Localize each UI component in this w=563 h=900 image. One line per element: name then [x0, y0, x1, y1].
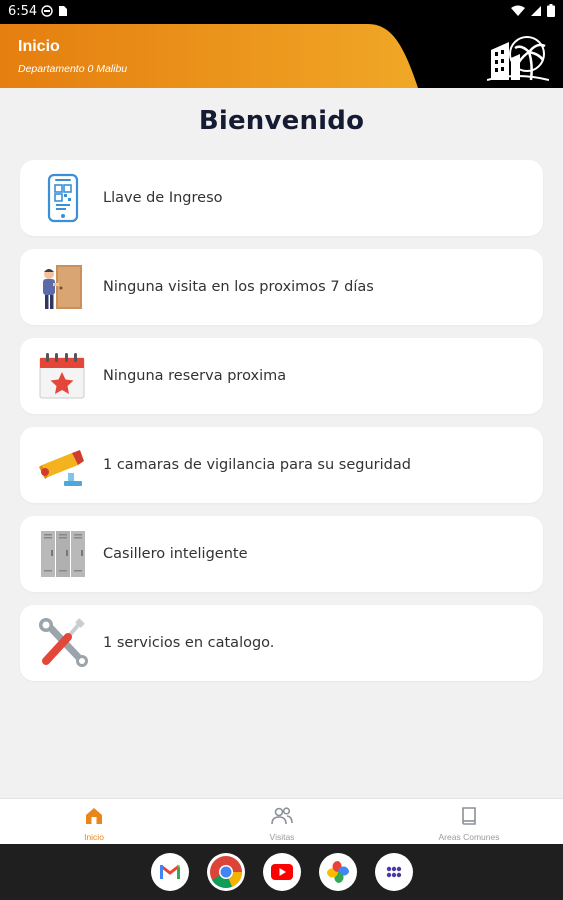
card-llave-ingreso[interactable]: Llave de Ingreso	[20, 160, 543, 236]
card-label: 1 servicios en catalogo.	[103, 635, 275, 651]
book-icon	[462, 807, 476, 825]
tools-icon	[39, 618, 88, 667]
building-palm-logo-icon	[487, 36, 549, 81]
page-title: Bienvenido	[198, 106, 365, 136]
system-dock	[0, 844, 563, 900]
card-reservas[interactable]: Ninguna reserva proxima	[20, 338, 543, 414]
header-title: Inicio	[18, 38, 60, 55]
card-visitas[interactable]: Ninguna visita en los proximos 7 días	[20, 249, 543, 325]
card-servicios[interactable]: 1 servicios en catalogo.	[20, 605, 543, 681]
smartphone-qr-icon	[47, 173, 79, 223]
sync-icon	[41, 5, 53, 17]
battery-icon	[547, 4, 555, 17]
card-label: Llave de Ingreso	[103, 190, 223, 206]
card-camaras[interactable]: 1 camaras de vigilancia para su segurida…	[20, 427, 543, 503]
nav-item-visitas[interactable]: Visitas	[188, 799, 376, 845]
nav-item-inicio[interactable]: Inicio	[0, 799, 188, 845]
app-drawer-icon[interactable]	[375, 853, 413, 891]
card-label: Ninguna reserva proxima	[103, 368, 287, 384]
header-subtitle: Departamento 0 Malibu	[18, 63, 128, 75]
card-label: Ninguna visita en los proximos 7 días	[103, 279, 374, 295]
bottom-navigation: Inicio Visitas Areas Comunes	[0, 798, 563, 844]
nav-item-areas-comunes[interactable]: Areas Comunes	[375, 799, 563, 845]
card-label: Casillero inteligente	[103, 546, 248, 562]
app-header: Inicio Departamento 0 Malibu	[0, 24, 563, 88]
status-time: 6:54	[8, 4, 38, 19]
nav-label: Inicio	[84, 832, 104, 842]
header-accent-shape	[0, 24, 418, 88]
people-icon	[271, 807, 293, 825]
nav-label: Areas Comunes	[438, 832, 500, 842]
visitor-door-icon	[43, 265, 82, 309]
card-label: 1 camaras de vigilancia para su segurida…	[103, 457, 411, 473]
nav-label: Visitas	[269, 832, 295, 842]
photos-icon[interactable]	[319, 853, 357, 891]
signal-icon	[531, 5, 541, 16]
status-bar: 6:54	[0, 0, 563, 24]
calendar-star-icon	[39, 353, 85, 399]
home-icon	[86, 808, 102, 824]
security-camera-icon	[39, 450, 84, 486]
lockers-icon	[41, 531, 85, 577]
card-casillero[interactable]: Casillero inteligente	[20, 516, 543, 592]
sim-icon	[59, 6, 67, 16]
wifi-icon	[511, 5, 525, 16]
status-right	[511, 4, 555, 17]
youtube-icon[interactable]	[263, 853, 301, 891]
chrome-icon[interactable]	[207, 853, 245, 891]
gmail-icon[interactable]	[151, 853, 189, 891]
